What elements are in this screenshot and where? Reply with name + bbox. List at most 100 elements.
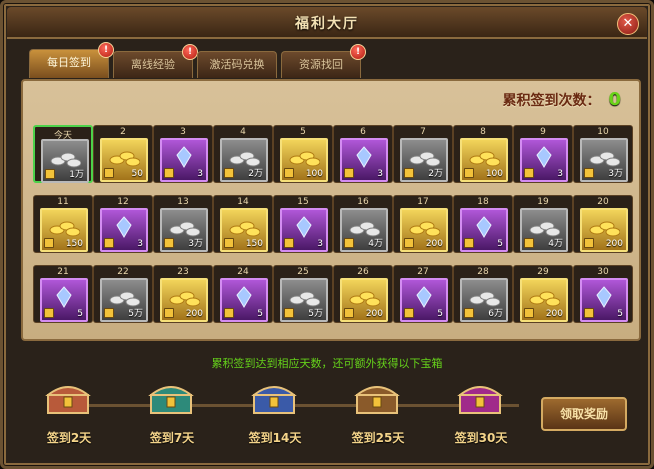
day-reward-cell[interactable]: 26 200 — [333, 265, 393, 323]
crystal-reward-card: 3 — [100, 208, 148, 252]
crystal-reward-card: 3 — [340, 138, 388, 182]
reward-chest-2[interactable]: 签到7天 — [137, 377, 207, 447]
day-reward-cell[interactable]: 25 5万 — [273, 265, 333, 323]
lock-icon — [224, 238, 234, 248]
gold-ingot-icon — [49, 221, 80, 237]
silver-reward-card: 3万 — [160, 208, 208, 252]
lock-icon — [164, 168, 174, 178]
day-reward-cell[interactable]: 7 2万 — [393, 125, 453, 183]
day-reward-cell[interactable]: 29 200 — [513, 265, 573, 323]
silver-ingot-icon — [589, 151, 620, 167]
reward-chest-3[interactable]: 签到14天 — [240, 377, 310, 447]
lock-icon — [404, 168, 414, 178]
day-reward-cell[interactable]: 19 4万 — [513, 195, 573, 253]
reward-quantity: 150 — [245, 239, 263, 249]
silver-ingot-icon — [409, 151, 440, 167]
day-number: 19 — [537, 197, 549, 207]
reward-quantity: 4万 — [368, 239, 383, 249]
day-reward-cell[interactable]: 16 4万 — [333, 195, 393, 253]
day-reward-cell[interactable]: 14 150 — [213, 195, 273, 253]
gold-ingot-icon — [409, 221, 440, 237]
tab-label: 离线经验 — [131, 58, 175, 71]
silver-ingot-icon — [529, 221, 560, 237]
day-reward-cell[interactable]: 15 3 — [273, 195, 333, 253]
day-number: 6 — [360, 127, 366, 137]
lock-icon — [224, 168, 234, 178]
reward-quantity: 5万 — [128, 309, 143, 319]
close-icon[interactable]: ✕ — [623, 16, 634, 31]
reward-chest-label: 签到7天 — [149, 431, 195, 445]
day-reward-cell[interactable]: 2 50 — [93, 125, 153, 183]
day-number: 3 — [180, 127, 186, 137]
day-reward-cell[interactable]: 11 150 — [33, 195, 93, 253]
day-number: 11 — [57, 197, 69, 207]
claim-reward-button[interactable]: 领取奖励 — [541, 397, 627, 431]
lock-icon — [284, 238, 294, 248]
crystal-icon — [296, 216, 312, 238]
close-button[interactable]: ✕ — [617, 13, 639, 35]
lock-icon — [104, 238, 114, 248]
day-number: 9 — [540, 127, 546, 137]
lock-icon — [164, 308, 174, 318]
day-reward-cell[interactable]: 23 200 — [153, 265, 213, 323]
day-number: 26 — [357, 267, 369, 277]
reward-quantity: 200 — [605, 239, 623, 249]
chest-icon — [354, 386, 400, 414]
lock-icon — [464, 168, 474, 178]
day-reward-cell[interactable]: 30 5 — [573, 265, 633, 323]
reward-chest-4[interactable]: 签到25天 — [343, 377, 413, 447]
tab-4[interactable]: 资源找回! — [281, 44, 366, 78]
tab-2[interactable]: 离线经验! — [113, 44, 198, 78]
crystal-icon — [176, 146, 192, 168]
reward-chest-5[interactable]: 签到30天 — [446, 377, 516, 447]
tab-3[interactable]: 激活码兑换 — [197, 51, 277, 78]
day-reward-cell[interactable]: 63 — [333, 125, 393, 183]
day-number: 7 — [420, 127, 426, 137]
day-number: 16 — [357, 197, 369, 207]
crystal-reward-card: 5 — [220, 278, 268, 322]
lock-icon — [404, 238, 414, 248]
lock-icon — [344, 308, 354, 318]
day-reward-cell[interactable]: 33 — [153, 125, 213, 183]
gold-reward-card: 100 — [460, 138, 508, 182]
day-reward-cell[interactable]: 今天 1万 — [33, 125, 93, 183]
day-reward-cell[interactable]: 21 5 — [33, 265, 93, 323]
gold-ingot-icon — [229, 221, 260, 237]
day-reward-cell[interactable]: 22 5万 — [93, 265, 153, 323]
day-reward-cell[interactable]: 5 100 — [273, 125, 333, 183]
day-reward-cell[interactable]: 24 5 — [213, 265, 273, 323]
day-reward-cell[interactable]: 10 3万 — [573, 125, 633, 183]
silver-ingot-icon — [469, 291, 500, 307]
silver-ingot-icon — [229, 151, 260, 167]
day-reward-cell[interactable]: 93 — [513, 125, 573, 183]
silver-reward-card: 4万 — [340, 208, 388, 252]
day-reward-cell[interactable]: 18 5 — [453, 195, 513, 253]
tab-label: 每日签到 — [47, 56, 91, 69]
crystal-icon — [416, 286, 432, 308]
reward-quantity: 5 — [257, 309, 263, 319]
reward-chest-1[interactable]: 签到2天 — [34, 377, 104, 447]
day-number: 30 — [597, 267, 609, 277]
day-reward-cell[interactable]: 4 2万 — [213, 125, 273, 183]
reward-quantity: 3 — [197, 169, 203, 179]
reward-quantity: 5 — [77, 309, 83, 319]
day-number: 25 — [297, 267, 309, 277]
lock-icon — [344, 168, 354, 178]
day-reward-cell[interactable]: 12 3 — [93, 195, 153, 253]
day-reward-cell[interactable]: 17 200 — [393, 195, 453, 253]
day-reward-cell[interactable]: 28 6万 — [453, 265, 513, 323]
day-number: 17 — [417, 197, 429, 207]
welfare-hall-window: 福利大厅 ✕ 每日签到! 离线经验! 激活码兑换 资源找回! 累积签到次数： 0 今天 1… — [0, 0, 654, 469]
reward-quantity: 100 — [305, 169, 323, 179]
day-number: 2 — [120, 127, 126, 137]
reward-chest-label: 签到25天 — [351, 431, 405, 445]
day-reward-cell[interactable]: 13 3万 — [153, 195, 213, 253]
day-reward-cell[interactable]: 27 5 — [393, 265, 453, 323]
day-number: 24 — [237, 267, 249, 277]
day-reward-cell[interactable]: 20 200 — [573, 195, 633, 253]
alert-badge: ! — [182, 44, 198, 60]
tab-1[interactable]: 每日签到! — [29, 42, 114, 78]
day-reward-cell[interactable]: 8 100 — [453, 125, 513, 183]
reward-quantity: 200 — [425, 239, 443, 249]
lock-icon — [464, 308, 474, 318]
